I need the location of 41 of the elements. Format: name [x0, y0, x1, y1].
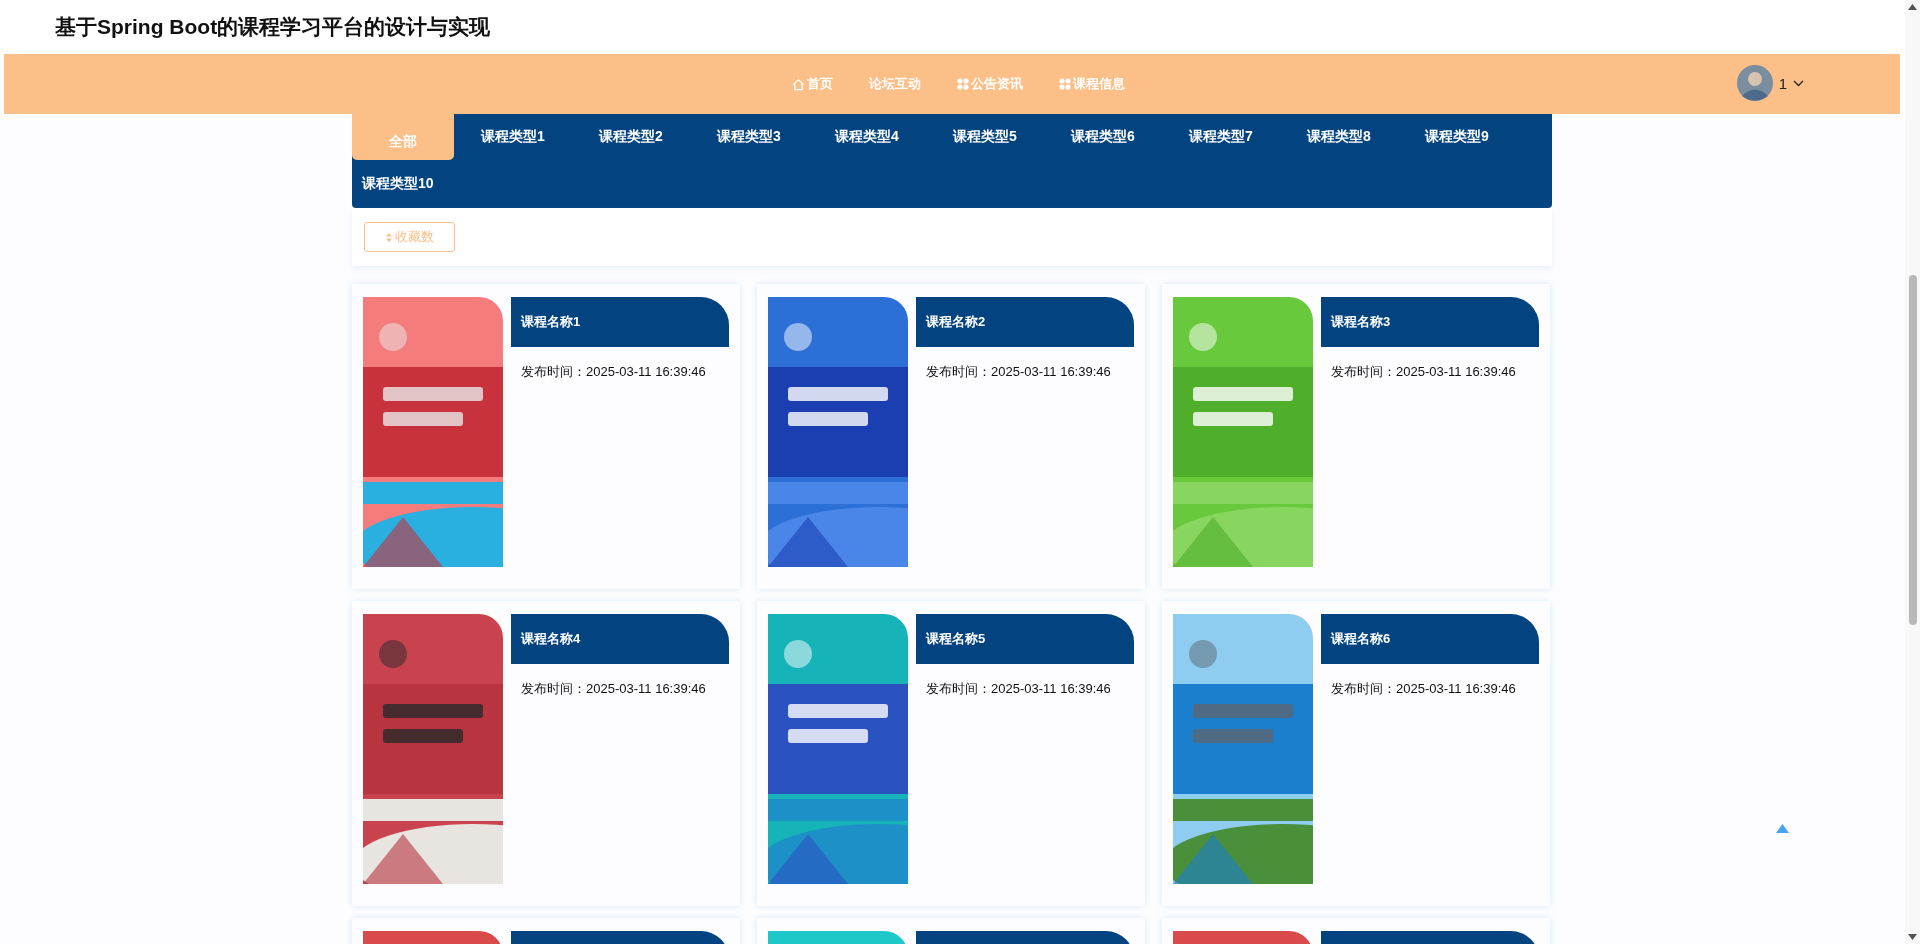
- course-name: 课程名称5: [926, 630, 986, 648]
- clover-icon: [1058, 78, 1071, 90]
- publish-time: 发布时间：2025-03-11 16:39:46: [1330, 363, 1517, 381]
- course-card[interactable]: 课程名称1 发布时间：2025-03-11 16:39:46: [352, 284, 740, 589]
- user-name[interactable]: 1: [1778, 74, 1787, 92]
- category-tab[interactable]: 课程类型5: [926, 114, 1044, 160]
- sort-icon: [385, 232, 392, 242]
- course-name: 课程名称6: [1331, 630, 1391, 648]
- publish-time: 发布时间：2025-03-11 16:39:46: [925, 363, 1112, 381]
- publish-time: 发布时间：2025-03-11 16:39:46: [520, 680, 707, 698]
- clover-icon: [956, 78, 969, 90]
- course-name: 课程名称3: [1331, 313, 1391, 331]
- publish-time: 发布时间：2025-03-11 16:39:46: [925, 680, 1112, 698]
- scroll-down-icon[interactable]: [1908, 934, 1917, 940]
- course-card[interactable]: 课程名称5 发布时间：2025-03-11 16:39:46: [757, 601, 1145, 906]
- category-tab[interactable]: 课程类型4: [808, 114, 926, 160]
- category-tab[interactable]: 课程类型1: [454, 114, 572, 160]
- category-tab[interactable]: 课程类型6: [1044, 114, 1162, 160]
- course-card[interactable]: 课程名称2 发布时间：2025-03-11 16:39:46: [757, 284, 1145, 589]
- publish-time: 发布时间：2025-03-11 16:39:46: [520, 363, 707, 381]
- back-to-top-icon[interactable]: [1776, 824, 1789, 833]
- scrollbar[interactable]: [1905, 0, 1920, 944]
- course-name: 课程名称1: [521, 313, 581, 331]
- category-tab[interactable]: 课程类型3: [690, 114, 808, 160]
- course-name: 课程名称2: [926, 313, 986, 331]
- category-tab[interactable]: 课程类型10: [352, 160, 470, 208]
- course-card[interactable]: 课程名称4 发布时间：2025-03-11 16:39:46: [352, 601, 740, 906]
- category-tab[interactable]: 课程类型8: [1280, 114, 1398, 160]
- scroll-thumb[interactable]: [1909, 275, 1917, 625]
- course-name: 课程名称4: [521, 630, 581, 648]
- site-title: 基于Spring Boot的课程学习平台的设计与实现: [55, 14, 491, 40]
- avatar-icon[interactable]: [1736, 65, 1773, 101]
- chevron-down-icon[interactable]: [1793, 79, 1804, 87]
- course-card[interactable]: 课程名称6 发布时间：2025-03-11 16:39:46: [1162, 601, 1550, 906]
- home-icon: [791, 77, 805, 91]
- publish-time: 发布时间：2025-03-11 16:39:46: [1330, 680, 1517, 698]
- category-tab[interactable]: 课程类型7: [1162, 114, 1280, 160]
- scroll-up-icon[interactable]: [1908, 4, 1917, 10]
- category-tab[interactable]: 课程类型2: [572, 114, 690, 160]
- category-tab[interactable]: 课程类型9: [1398, 114, 1516, 160]
- course-card[interactable]: 课程名称3 发布时间：2025-03-11 16:39:46: [1162, 284, 1550, 589]
